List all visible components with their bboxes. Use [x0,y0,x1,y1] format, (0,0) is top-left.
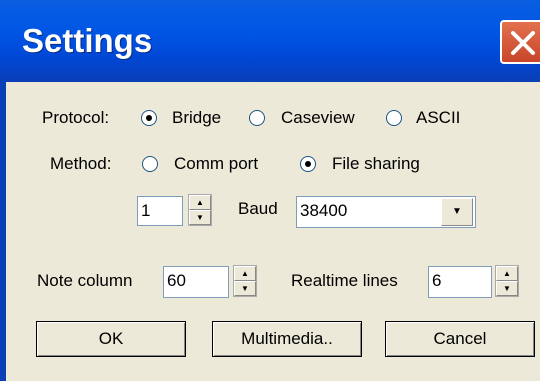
baud-select[interactable]: 38400 ▼ [296,196,476,228]
spin-up-icon[interactable]: ▲ [189,195,211,210]
port-input[interactable]: 1 [137,196,183,226]
spin-up-icon[interactable]: ▲ [496,266,518,281]
ok-button[interactable]: OK [36,321,186,357]
radio-ascii[interactable] [386,110,402,126]
cancel-button[interactable]: Cancel [385,321,535,357]
realtime-lines-input[interactable]: 6 [428,266,492,298]
method-label: Method: [50,154,112,173]
spin-down-icon[interactable]: ▼ [234,281,256,296]
window-title: Settings [22,22,153,59]
realtime-lines-spinner[interactable]: ▲ ▼ [495,265,519,297]
protocol-label: Protocol: [42,108,110,127]
settings-dialog: Settings Protocol: Bridge Caseview ASCII… [0,0,540,381]
note-column-label: Note column [37,271,133,290]
close-button[interactable] [500,20,540,64]
radio-comm-port[interactable] [142,156,158,172]
spin-up-icon[interactable]: ▲ [234,266,256,281]
radio-caseview-label[interactable]: Caseview [281,108,355,128]
chevron-down-icon[interactable]: ▼ [441,198,473,226]
radio-file-sharing-label[interactable]: File sharing [332,154,420,174]
radio-caseview[interactable] [249,110,265,126]
title-bar: Settings [0,0,540,82]
note-column-spinner[interactable]: ▲ ▼ [233,265,257,297]
baud-value: 38400 [300,201,348,220]
spin-down-icon[interactable]: ▼ [189,210,211,225]
radio-bridge-label[interactable]: Bridge [172,108,221,128]
baud-label: Baud [238,199,278,218]
radio-file-sharing[interactable] [300,156,316,172]
radio-ascii-label[interactable]: ASCII [416,108,460,128]
radio-bridge[interactable] [141,110,157,126]
port-spinner[interactable]: ▲ ▼ [188,194,212,226]
window-frame-left [0,82,6,381]
spin-down-icon[interactable]: ▼ [496,281,518,296]
multimedia-button[interactable]: Multimedia.. [212,321,362,357]
realtime-lines-label: Realtime lines [291,271,398,290]
note-column-input[interactable]: 60 [163,266,229,298]
radio-comm-port-label[interactable]: Comm port [174,154,258,174]
